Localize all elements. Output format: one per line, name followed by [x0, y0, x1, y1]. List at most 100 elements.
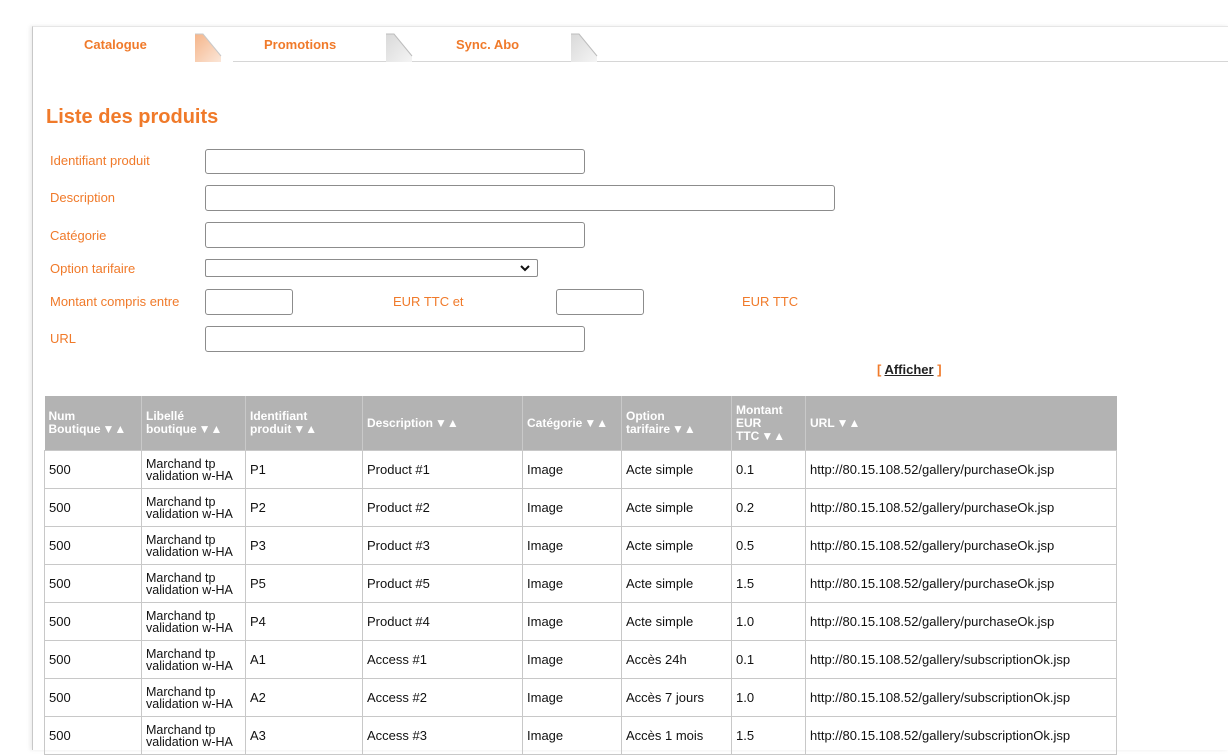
cell-description: Product #5 — [362, 564, 523, 603]
table-row[interactable]: 500 Marchand tp validation w-HA P3 Product … — [44, 526, 1117, 565]
cell-option-tarifaire: Acte simple — [621, 450, 732, 489]
amount-end-label: EUR TTC — [742, 294, 799, 309]
cell-categorie: Image — [522, 564, 622, 603]
sort-arrows-icon[interactable]: ▼▲ — [584, 416, 608, 430]
description-label: Description — [50, 190, 116, 205]
cell-identifiant-produit: P2 — [245, 488, 363, 527]
column-header-text: Option — [626, 409, 665, 423]
cell-montant: 1.5 — [731, 564, 806, 603]
sort-arrows-icon[interactable]: ▼▲ — [837, 416, 861, 430]
table-row[interactable]: 500 Marchand tp validation w-HA P2 Product … — [44, 488, 1117, 527]
category-input[interactable] — [205, 222, 585, 248]
cell-identifiant-produit: A2 — [245, 678, 363, 717]
cell-description: Access #2 — [362, 678, 523, 717]
cell-libelle-boutique: Marchand tp validation w-HA — [141, 678, 246, 717]
cell-montant: 1.0 — [731, 602, 806, 641]
column-header-num-boutique[interactable]: Num Boutique ▼▲ — [44, 396, 142, 451]
column-header-text: Num — [48, 409, 76, 423]
tab-corner-icon — [195, 33, 222, 62]
column-header-text: Libellé — [146, 409, 185, 423]
column-header-categorie[interactable]: Catégorie ▼▲ — [522, 396, 622, 451]
amount-mid-label: EUR TTC et — [393, 294, 464, 309]
cell-url: http://80.15.108.52/gallery/purchaseOk.j… — [805, 450, 1117, 489]
cell-url: http://80.15.108.52/gallery/subscription… — [805, 640, 1117, 679]
sort-arrows-icon[interactable]: ▼▲ — [293, 422, 317, 436]
tab-corner-icon — [571, 33, 598, 62]
cell-option-tarifaire: Acte simple — [621, 488, 732, 527]
cell-categorie: Image — [522, 450, 622, 489]
cell-url: http://80.15.108.52/gallery/purchaseOk.j… — [805, 488, 1117, 527]
column-header-text: Catégorie — [527, 415, 583, 430]
sort-arrows-icon[interactable]: ▼▲ — [103, 422, 127, 436]
tab-sync-abo[interactable]: Sync. Abo — [456, 37, 519, 52]
amount-min-input[interactable] — [205, 289, 293, 315]
cell-identifiant-produit: P3 — [245, 526, 363, 565]
table-header-row: Num Boutique ▼▲ Libellé boutique ▼▲ Identifian… — [44, 396, 1117, 451]
sort-arrows-icon[interactable]: ▼▲ — [199, 422, 223, 436]
price-option-select[interactable] — [205, 259, 538, 277]
column-header-identifiant-produit[interactable]: Identifiant produit ▼▲ — [245, 396, 363, 451]
cell-num-boutique: 500 — [44, 526, 142, 565]
cell-libelle-boutique: Marchand tp validation w-HA — [141, 564, 246, 603]
cell-num-boutique: 500 — [44, 640, 142, 679]
cell-url: http://80.15.108.52/gallery/purchaseOk.j… — [805, 526, 1117, 565]
column-header-text: URL — [810, 415, 835, 430]
product-id-input[interactable] — [205, 149, 585, 174]
cell-montant: 0.5 — [731, 526, 806, 565]
sort-arrows-icon[interactable]: ▼▲ — [761, 429, 785, 443]
tab-bar: Catalogue Promotions Sync. Abo — [33, 26, 1228, 62]
cell-libelle-boutique: Marchand tp validation w-HA — [141, 526, 246, 565]
table-row[interactable]: 500 Marchand tp validation w-HA A1 Access #… — [44, 640, 1117, 679]
cell-montant: 1.0 — [731, 678, 806, 717]
page-title: Liste des produits — [46, 106, 219, 128]
cell-option-tarifaire: Acte simple — [621, 564, 732, 603]
sort-arrows-icon[interactable]: ▼▲ — [435, 416, 459, 430]
table-row[interactable]: 500 Marchand tp validation w-HA P5 Product … — [44, 564, 1117, 603]
cell-montant: 0.1 — [731, 450, 806, 489]
tab-catalogue[interactable]: Catalogue — [84, 37, 147, 52]
cell-categorie: Image — [522, 488, 622, 527]
products-table: Num Boutique ▼▲ Libellé boutique ▼▲ Identifian… — [44, 396, 1117, 755]
afficher-control: [ Afficher ] — [877, 362, 942, 377]
column-header-url[interactable]: URL ▼▲ — [805, 396, 1117, 451]
cell-identifiant-produit: P5 — [245, 564, 363, 603]
product-id-label: Identifiant produit — [50, 153, 150, 168]
column-header-montant[interactable]: Montant EUR TTC ▼▲ — [731, 396, 806, 451]
tab-divider — [233, 61, 1228, 62]
cell-url: http://80.15.108.52/gallery/subscription… — [805, 678, 1117, 717]
column-header-description[interactable]: Description ▼▲ — [362, 396, 523, 451]
cell-option-tarifaire: Accès 24h — [621, 640, 732, 679]
tab-promotions[interactable]: Promotions — [264, 37, 336, 52]
afficher-button[interactable]: Afficher — [884, 362, 933, 377]
cell-url: http://80.15.108.52/gallery/purchaseOk.j… — [805, 564, 1117, 603]
cell-num-boutique: 500 — [44, 678, 142, 717]
table-row[interactable]: 500 Marchand tp validation w-HA P4 Product … — [44, 602, 1117, 641]
table-row[interactable]: 500 Marchand tp validation w-HA P1 Product … — [44, 450, 1117, 489]
description-input[interactable] — [205, 185, 835, 211]
amount-label: Montant compris entre — [50, 294, 180, 309]
table-row[interactable]: 500 Marchand tp validation w-HA A2 Access #… — [44, 678, 1117, 717]
cell-option-tarifaire: Acte simple — [621, 526, 732, 565]
column-header-text: Identifiant — [250, 409, 308, 423]
cell-categorie: Image — [522, 678, 622, 717]
cell-libelle-boutique: Marchand tp validation w-HA — [141, 602, 246, 641]
cell-num-boutique: 500 — [44, 488, 142, 527]
column-header-text: Montant — [736, 402, 783, 417]
table-body: 500 Marchand tp validation w-HA P1 Product … — [44, 450, 1117, 755]
category-label: Catégorie — [50, 228, 107, 243]
sort-arrows-icon[interactable]: ▼▲ — [672, 422, 696, 436]
column-header-text: TTC — [736, 428, 760, 443]
url-input[interactable] — [205, 326, 585, 352]
column-header-libelle-boutique[interactable]: Libellé boutique ▼▲ — [141, 396, 246, 451]
column-header-option-tarifaire[interactable]: Option tarifaire ▼▲ — [621, 396, 732, 451]
cell-categorie: Image — [522, 640, 622, 679]
cell-description: Product #3 — [362, 526, 523, 565]
column-header-text: boutique — [146, 422, 197, 436]
chevron-down-icon — [520, 265, 530, 272]
cell-libelle-boutique: Marchand tp validation w-HA — [141, 640, 246, 679]
cell-libelle-boutique: Marchand tp validation w-HA — [141, 488, 246, 527]
price-option-label: Option tarifaire — [50, 261, 136, 276]
cell-identifiant-produit: P1 — [245, 450, 363, 489]
column-header-text: produit — [250, 422, 292, 436]
amount-max-input[interactable] — [556, 289, 644, 315]
